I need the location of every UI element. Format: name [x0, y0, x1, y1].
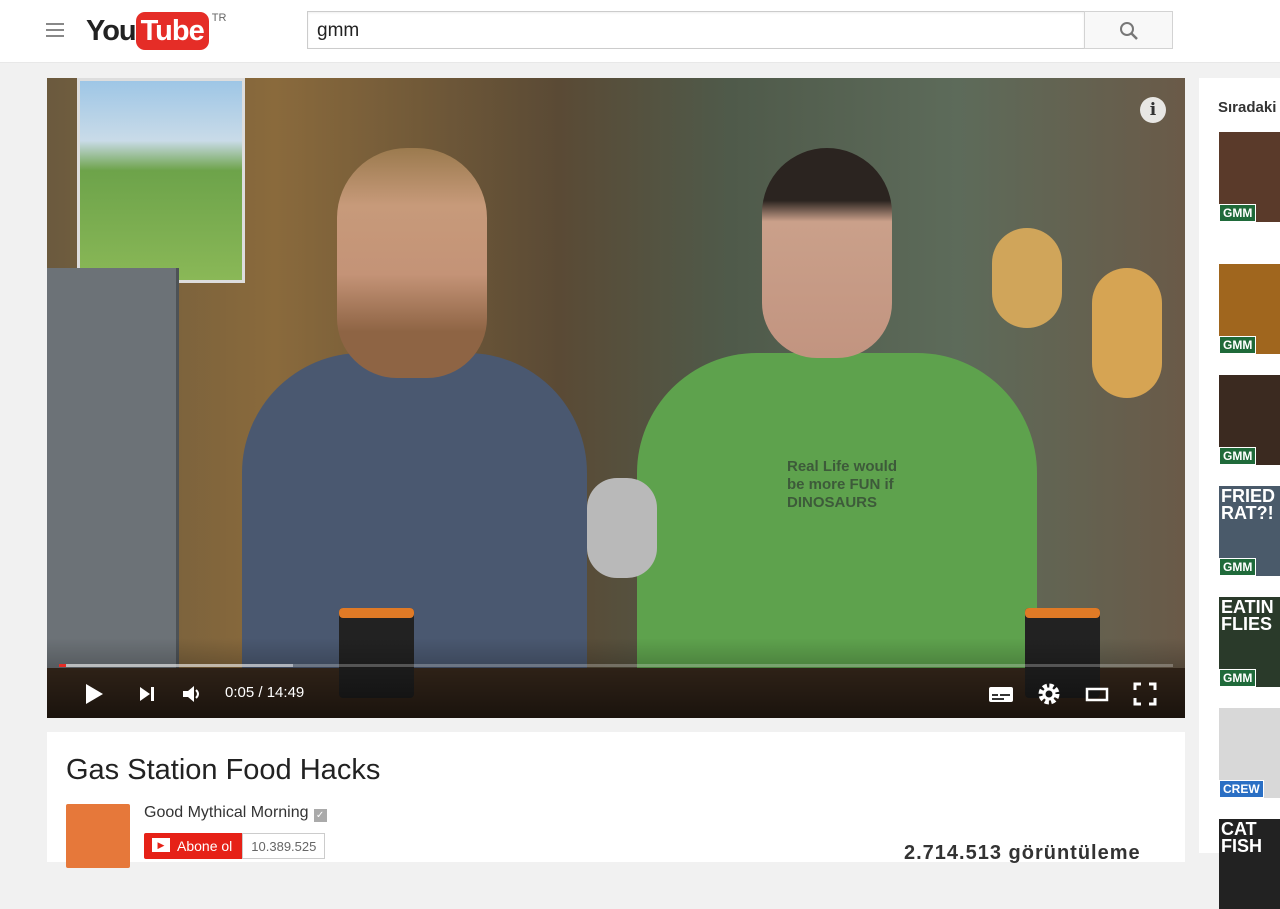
- info-icon[interactable]: i: [1140, 97, 1166, 123]
- subscribe-label: Abone ol: [177, 838, 233, 854]
- thumbnail-text: EATIN FLIES: [1221, 597, 1274, 634]
- guitar: [1092, 268, 1162, 398]
- up-next-thumbnail[interactable]: GMM: [1219, 264, 1280, 354]
- current-time: 0:05: [225, 684, 255, 701]
- subscribe-group: ▶ Abone ol 10.389.525: [144, 833, 326, 859]
- channel-badge: CREW: [1219, 780, 1264, 798]
- channel-avatar[interactable]: [66, 804, 130, 868]
- thumbnail-text: CAT FISH: [1221, 819, 1263, 856]
- duration: 14:49: [266, 684, 305, 701]
- video-player[interactable]: Real Life would be more FUN if DINOSAURS…: [47, 78, 1185, 718]
- theater-mode-icon[interactable]: [1085, 682, 1109, 706]
- subscriber-count: 10.389.525: [242, 833, 326, 859]
- search-icon: [1120, 22, 1138, 40]
- up-next-heading: Sıradaki: [1218, 99, 1277, 116]
- time-separator: /: [254, 684, 267, 701]
- search-input[interactable]: gmm: [307, 11, 1085, 49]
- microphone: [587, 478, 657, 578]
- up-next-thumbnail[interactable]: FRIED RAT?! GMM: [1219, 486, 1280, 576]
- logo-you: You: [86, 15, 137, 47]
- channel-badge: GMM: [1219, 447, 1257, 465]
- channel-badge: GMM: [1219, 558, 1257, 576]
- controls-gradient: [47, 638, 1185, 718]
- video-title: Gas Station Food Hacks: [66, 754, 381, 786]
- play-icon[interactable]: [83, 682, 105, 706]
- buffered-bar: [59, 664, 293, 667]
- channel-badge: GMM: [1219, 336, 1257, 354]
- up-next-thumbnail[interactable]: CREW: [1219, 708, 1280, 798]
- channel-badge: GMM: [1219, 204, 1257, 222]
- subtitles-icon[interactable]: [988, 682, 1014, 706]
- mountain-poster: [77, 78, 245, 283]
- up-next-thumbnail[interactable]: GMM: [1219, 375, 1280, 465]
- volume-icon[interactable]: [181, 682, 203, 706]
- channel-badge: GMM: [1219, 669, 1257, 687]
- country-code: TR: [211, 12, 227, 24]
- up-next-thumbnail[interactable]: GMM: [1219, 132, 1280, 222]
- search-button[interactable]: [1084, 11, 1173, 49]
- next-icon[interactable]: [137, 682, 157, 706]
- up-next-sidebar: Sıradaki GMM GMM GMM FRIED RAT?! GMM EATIN FL…: [1199, 78, 1280, 909]
- thumbnail-text: FRIED RAT?!: [1221, 486, 1275, 523]
- shirt-text: Real Life would be more FUN if DINOSAURS: [787, 458, 898, 511]
- logo-tube: Tube: [135, 12, 209, 50]
- host-left: [242, 118, 587, 718]
- masthead: You Tube TR gmm: [0, 0, 1280, 63]
- played-bar: [59, 664, 66, 667]
- menu-icon[interactable]: [46, 23, 64, 37]
- youtube-logo[interactable]: You Tube TR: [86, 12, 226, 50]
- settings-gear-icon[interactable]: [1037, 682, 1061, 706]
- time-display: 0:05 / 14:49: [225, 684, 304, 701]
- up-next-thumbnail[interactable]: EATIN FLIES GMM: [1219, 597, 1280, 687]
- fullscreen-icon[interactable]: [1133, 682, 1157, 706]
- video-info: Gas Station Food Hacks Good Mythical Mor…: [47, 732, 1185, 868]
- channel-name-text[interactable]: Good Mythical Morning: [144, 804, 309, 821]
- host-right: Real Life would be more FUN if DINOSAURS: [637, 148, 1037, 718]
- youtube-play-icon: ▶: [152, 838, 170, 852]
- subscribe-button[interactable]: ▶ Abone ol: [144, 833, 243, 859]
- up-next-thumbnail[interactable]: CAT FISH: [1219, 819, 1280, 909]
- verified-icon: ✓: [313, 809, 327, 822]
- view-count: 2.714.513 görüntüleme: [904, 842, 1141, 864]
- channel-name[interactable]: Good Mythical Morning ✓: [144, 804, 327, 822]
- progress-bar[interactable]: [59, 664, 1173, 667]
